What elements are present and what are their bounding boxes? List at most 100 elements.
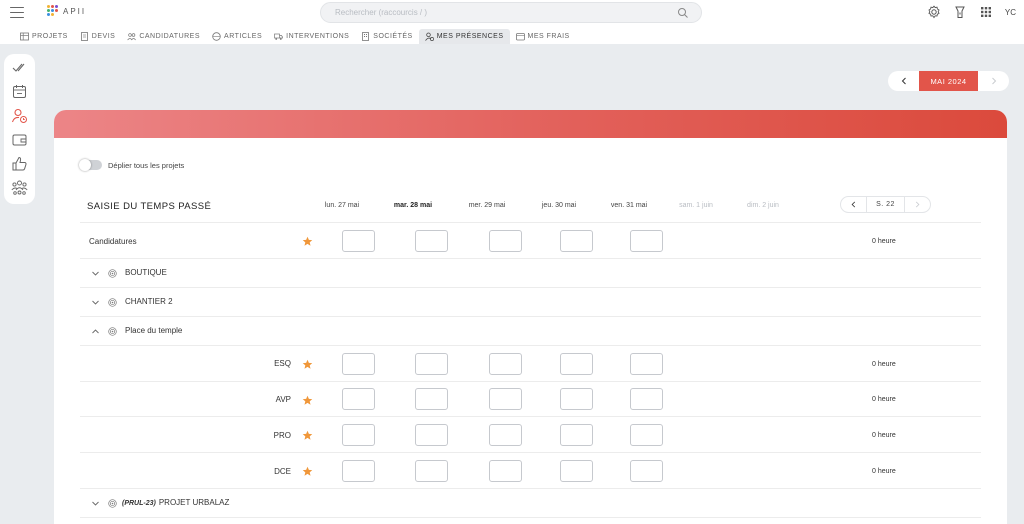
sidebar-item-wallet[interactable] [11,131,28,148]
project-row[interactable]: BOUTIQUE [80,259,981,288]
project-name: (PRUL-23) PROJET URBALAZ [122,498,229,507]
time-input[interactable] [489,353,522,375]
document-icon [80,32,88,41]
time-input[interactable] [560,388,593,410]
project-row[interactable]: (PRUL-23) PROJET URBALAZ [80,489,981,518]
time-input[interactable] [489,424,522,446]
chevron-down-icon[interactable] [91,269,100,278]
time-input[interactable] [342,424,375,446]
time-input[interactable] [630,460,663,482]
expand-all-toggle[interactable] [79,159,102,171]
search-icon[interactable] [677,7,689,19]
time-input[interactable] [630,230,663,252]
time-input[interactable] [415,424,448,446]
tab-mes-frais[interactable]: MES FRAIS [510,29,576,44]
time-input[interactable] [342,460,375,482]
menu-icon[interactable] [10,7,24,19]
project-code: (PRUL-23) [122,500,156,507]
time-input[interactable] [630,424,663,446]
project-label: CHANTIER 2 [125,297,173,306]
star-icon[interactable] [302,236,313,247]
row-total-hours: 0 heure [872,238,896,245]
day-header: lun. 27 mai [324,202,360,209]
prev-month-button[interactable] [888,71,919,91]
time-input[interactable] [415,460,448,482]
phase-label: ESQ [274,359,291,368]
time-input[interactable] [560,460,593,482]
time-input[interactable] [489,230,522,252]
next-month-button[interactable] [978,71,1009,91]
tab-projets[interactable]: PROJETS [14,29,74,44]
project-row[interactable]: CHANTIER 2 [80,288,981,317]
settings-icon[interactable] [927,5,941,19]
chevron-left-icon [851,201,856,208]
articles-icon [212,32,221,41]
time-input[interactable] [560,353,593,375]
tab-label: ARTICLES [224,33,263,40]
time-input[interactable] [415,388,448,410]
project-label: BOUTIQUE [125,268,167,277]
double-check-icon [12,63,25,72]
tab-candidatures[interactable]: CANDIDATURES [121,29,206,44]
star-icon[interactable] [302,359,313,370]
card-header-banner [54,110,1007,138]
tab-label: DEVIS [91,33,116,40]
target-icon [108,269,117,278]
sidebar-item-calendar[interactable] [11,83,28,100]
search-placeholder: Rechercher (raccourcis / ) [335,8,428,17]
flashlight-icon[interactable] [953,5,967,19]
star-icon[interactable] [302,430,313,441]
app-logo[interactable]: APII [47,5,86,17]
phase-label: PRO [273,431,291,440]
top-bar: APII Rechercher (raccourcis / ) YC PROJE… [0,0,1024,44]
tab-interventions[interactable]: INTERVENTIONS [268,29,355,44]
table-row-candidatures: Candidatures 0 heure [80,223,981,259]
building-icon [362,32,370,41]
thumbs-up-icon [12,156,27,171]
sidebar-item-validations[interactable] [11,59,28,76]
prev-week-button[interactable] [841,197,866,212]
time-input[interactable] [630,388,663,410]
tab-mes-presences[interactable]: MES PRÉSENCES [418,29,510,44]
time-input[interactable] [489,460,522,482]
tab-devis[interactable]: DEVIS [74,29,122,44]
time-input[interactable] [342,353,375,375]
time-input[interactable] [415,230,448,252]
project-row[interactable]: Place du temple [80,317,981,346]
project-name: Place du temple [122,326,182,335]
time-input[interactable] [560,230,593,252]
row-total-hours: 0 heure [872,396,896,403]
user-avatar[interactable]: YC [1005,8,1016,17]
wallet-icon [12,134,27,146]
next-week-button[interactable] [905,197,930,212]
sidebar-item-likes[interactable] [11,155,28,172]
project-label: PROJET URBALAZ [158,498,230,507]
chevron-left-icon [901,77,906,85]
row-total-hours: 0 heure [872,361,896,368]
week-navigator: S. 22 [840,196,931,213]
star-icon[interactable] [302,466,313,477]
chevron-right-icon [991,77,996,85]
sidebar-item-presences[interactable] [11,107,28,124]
chevron-down-icon[interactable] [91,499,100,508]
sidebar-item-team[interactable] [11,179,28,196]
tab-societes[interactable]: SOCIÉTÉS [355,29,418,44]
time-input[interactable] [342,388,375,410]
search-input[interactable]: Rechercher (raccourcis / ) [320,2,702,23]
time-input[interactable] [630,353,663,375]
module-tabs: PROJETS DEVIS CANDIDATURES ARTICLES INTE… [14,29,576,44]
day-header: mer. 29 mai [468,202,506,209]
apps-grid-icon[interactable] [979,5,993,19]
tab-label: INTERVENTIONS [286,33,350,40]
chevron-down-icon[interactable] [91,298,100,307]
month-navigator: MAI 2024 [888,71,1009,91]
tab-articles[interactable]: ARTICLES [206,29,268,44]
time-input[interactable] [560,424,593,446]
current-month-label[interactable]: MAI 2024 [919,71,978,91]
time-input[interactable] [489,388,522,410]
chevron-up-icon[interactable] [91,327,100,336]
time-input[interactable] [415,353,448,375]
day-header: sam. 1 juin [679,202,713,209]
time-input[interactable] [342,230,375,252]
star-icon[interactable] [302,395,313,406]
